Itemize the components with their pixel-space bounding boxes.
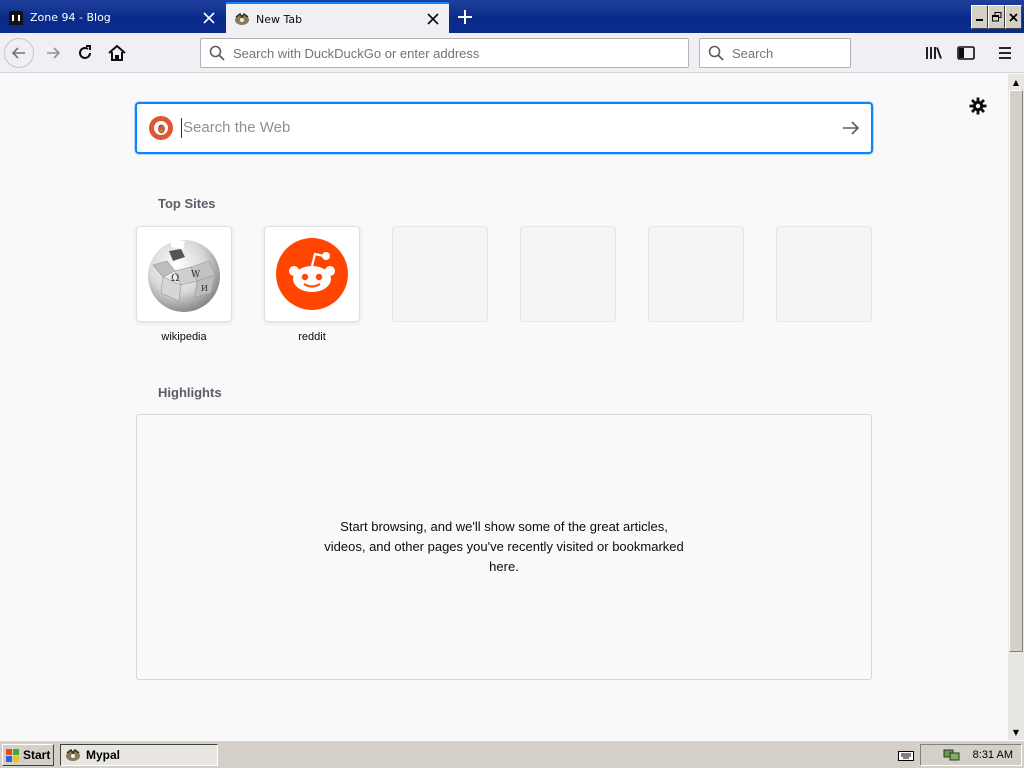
sidebar-button[interactable] bbox=[951, 38, 981, 68]
mypal-icon bbox=[234, 11, 250, 27]
search-bar-placeholder: Search bbox=[732, 45, 774, 61]
forward-arrow-icon bbox=[47, 47, 61, 59]
search-icon bbox=[201, 45, 233, 61]
close-tab-icon[interactable] bbox=[199, 8, 219, 28]
top-site-label: reddit bbox=[298, 331, 326, 343]
taskbar-item-label: Mypal bbox=[86, 748, 121, 762]
highlights-empty-message: Start browsing, and we'll show some of t… bbox=[324, 519, 684, 574]
menu-button[interactable] bbox=[990, 38, 1020, 68]
top-site-reddit[interactable]: reddit bbox=[264, 226, 360, 343]
top-site-empty[interactable] bbox=[776, 226, 872, 322]
forward-button[interactable] bbox=[38, 38, 68, 68]
new-tab-page: Search the Web Top Sites Ω W И wikipedia… bbox=[0, 74, 1008, 740]
close-tab-icon[interactable] bbox=[423, 9, 443, 29]
search-icon bbox=[700, 45, 732, 61]
highlights-empty-panel: Start browsing, and we'll show some of t… bbox=[136, 414, 872, 680]
start-label: Start bbox=[23, 748, 51, 762]
top-site-label: wikipedia bbox=[161, 331, 207, 343]
sidebar-icon bbox=[957, 46, 975, 60]
back-arrow-icon bbox=[11, 47, 25, 59]
keyboard-icon[interactable] bbox=[898, 747, 914, 766]
windows-logo-icon bbox=[6, 748, 20, 762]
top-site-placeholder[interactable] bbox=[648, 226, 744, 322]
top-site-tile[interactable]: Ω W И bbox=[136, 226, 232, 322]
address-bar-placeholder: Search with DuckDuckGo or enter address bbox=[233, 45, 480, 61]
duckduckgo-logo-icon bbox=[149, 116, 173, 140]
back-button[interactable] bbox=[4, 38, 34, 68]
reload-button[interactable] bbox=[70, 38, 100, 68]
svg-text:W: W bbox=[191, 270, 201, 280]
search-bar[interactable]: Search bbox=[699, 38, 851, 68]
svg-text:Ω: Ω bbox=[171, 273, 179, 284]
tab-title: Zone 94 - Blog bbox=[30, 11, 111, 24]
svg-text:И: И bbox=[201, 284, 208, 293]
reddit-logo-icon bbox=[276, 238, 348, 310]
top-site-empty[interactable] bbox=[392, 226, 488, 322]
top-site-placeholder[interactable] bbox=[776, 226, 872, 322]
clock: 8:31 AM bbox=[972, 749, 1013, 761]
wikipedia-logo-icon: Ω W И bbox=[148, 239, 220, 312]
reload-icon bbox=[79, 45, 91, 59]
navigation-toolbar: Search with DuckDuckGo or enter address … bbox=[0, 33, 1024, 73]
tab-zone94-blog[interactable]: Zone 94 - Blog bbox=[0, 2, 225, 33]
network-icon[interactable] bbox=[943, 748, 961, 762]
tab-strip: Zone 94 - Blog New Tab bbox=[0, 0, 1024, 34]
search-go-arrow-icon[interactable] bbox=[831, 120, 871, 136]
address-bar[interactable]: Search with DuckDuckGo or enter address bbox=[200, 38, 689, 68]
library-icon bbox=[926, 47, 942, 59]
web-search-box[interactable]: Search the Web bbox=[135, 102, 873, 154]
zone94-icon bbox=[8, 10, 24, 26]
tab-title: New Tab bbox=[256, 12, 303, 26]
system-tray: 8:31 AM bbox=[920, 744, 1022, 766]
home-button[interactable] bbox=[102, 38, 132, 68]
scrollbar-thumb[interactable] bbox=[1009, 90, 1023, 652]
highlights-heading: Highlights bbox=[158, 385, 222, 400]
top-site-placeholder[interactable] bbox=[520, 226, 616, 322]
new-tab-icon[interactable] bbox=[454, 6, 476, 28]
vertical-scrollbar[interactable]: ▲ ▼ bbox=[1008, 74, 1024, 740]
top-site-empty[interactable] bbox=[648, 226, 744, 322]
home-icon bbox=[108, 45, 126, 61]
taskbar-item-mypal[interactable]: Mypal bbox=[60, 744, 218, 766]
taskbar: Start Mypal 8:31 AM bbox=[0, 740, 1024, 768]
minimize-button[interactable] bbox=[971, 5, 988, 29]
restore-button[interactable] bbox=[988, 5, 1005, 29]
mypal-icon bbox=[65, 747, 81, 763]
library-button[interactable] bbox=[919, 38, 949, 68]
scroll-up-arrow-icon[interactable]: ▲ bbox=[1008, 74, 1024, 90]
start-button[interactable]: Start bbox=[2, 744, 54, 766]
scroll-down-arrow-icon[interactable]: ▼ bbox=[1008, 724, 1024, 740]
settings-gear-icon[interactable] bbox=[966, 94, 990, 118]
top-site-tile[interactable] bbox=[264, 226, 360, 322]
web-search-input[interactable]: Search the Web bbox=[181, 118, 831, 138]
top-sites-heading: Top Sites bbox=[158, 196, 216, 211]
hamburger-menu-icon bbox=[999, 47, 1011, 59]
top-site-wikipedia[interactable]: Ω W И wikipedia bbox=[136, 226, 232, 343]
close-window-button[interactable] bbox=[1005, 5, 1022, 29]
top-site-placeholder[interactable] bbox=[392, 226, 488, 322]
tab-new-tab[interactable]: New Tab bbox=[226, 2, 449, 34]
top-site-empty[interactable] bbox=[520, 226, 616, 322]
